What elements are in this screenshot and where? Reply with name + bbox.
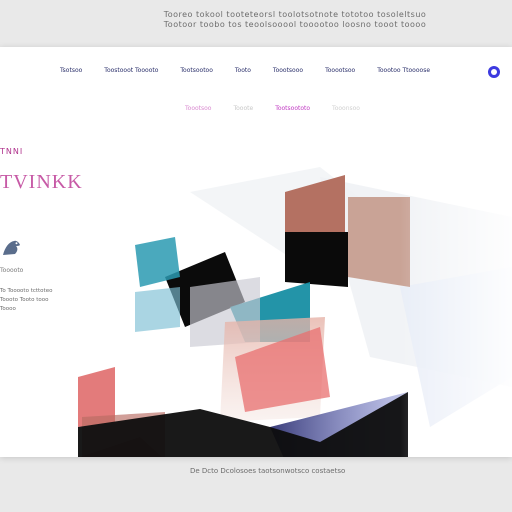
block-black-top xyxy=(285,232,348,287)
nav-item-5[interactable]: Toootsooo xyxy=(273,67,303,79)
subnav-item-4[interactable]: Tooonsoo xyxy=(332,105,360,112)
bottom-caption: De Dcto Dcolosoes taotsonwotsco costaets… xyxy=(190,467,346,475)
top-caption-line-2: Tootoor toobo tos teoolsooool tooootoo l… xyxy=(163,20,427,29)
top-caption-line-1: Tooreo tokool tooteteorsl toolotsotnote … xyxy=(163,10,427,19)
nav-item-7[interactable]: Toootoo Ttoooose xyxy=(377,67,430,79)
block-teal-3 xyxy=(135,287,180,332)
browser-frame: Tsotsoo Toostooot Tooooto Tootsootoo Too… xyxy=(0,47,512,457)
nav-item-4[interactable]: Tooto xyxy=(235,67,251,79)
profile-icon[interactable] xyxy=(488,66,500,78)
hero-artwork xyxy=(78,127,512,457)
top-caption: Tooreo tokool tooteteorsl toolotsotnote … xyxy=(150,10,440,30)
mascot-label: Tooooto xyxy=(0,267,24,274)
mascot-icon xyxy=(3,240,20,255)
nav-item-3[interactable]: Tootsootoo xyxy=(180,67,213,79)
hero-desc-line-2: Toooto Tooto tooo xyxy=(0,297,49,303)
nav-item-1[interactable]: Tsotsoo xyxy=(60,67,82,79)
subnav-item-3[interactable]: Tootsoototo xyxy=(275,105,310,112)
right-fade xyxy=(400,127,512,457)
hero-desc-line-3: Toooo xyxy=(0,306,16,312)
top-navigation: Tsotsoo Toostooot Tooooto Tootsootoo Too… xyxy=(60,67,480,79)
hero-tag: TNNI xyxy=(0,147,24,156)
hero-description: To Tooooto tcttoteo Toooto Tooto tooo To… xyxy=(0,287,80,314)
hero-desc-line-1: To Tooooto tcttoteo xyxy=(0,288,53,294)
secondary-navigation: Toootsoo Tooote Tootsoototo Tooonsoo xyxy=(185,105,360,112)
nav-item-6[interactable]: Tooootsoo xyxy=(325,67,355,79)
nav-item-2[interactable]: Toostooot Tooooto xyxy=(104,67,158,79)
subnav-item-2[interactable]: Tooote xyxy=(233,105,253,112)
subnav-item-1[interactable]: Toootsoo xyxy=(185,105,211,112)
